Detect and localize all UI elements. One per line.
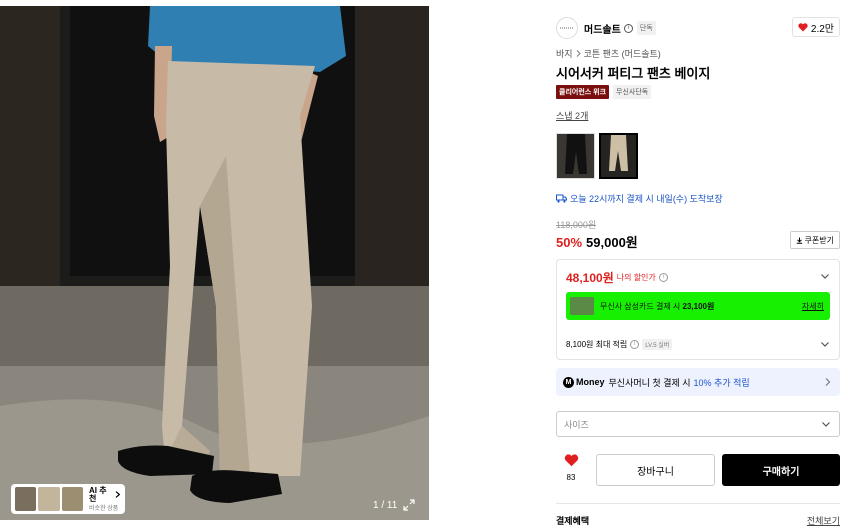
money-brand: Money <box>576 377 605 387</box>
info-icon[interactable]: i <box>658 272 668 282</box>
original-price: 118,000원 <box>556 220 597 230</box>
product-title: 시어서커 퍼티그 팬츠 베이지 <box>556 66 711 81</box>
money-highlight: 10% 추가 적립 <box>693 377 750 388</box>
clearance-week-badge: 클리어런스 위크 <box>556 85 610 99</box>
member-level-tag: LV.5 실버 <box>642 338 673 350</box>
chevron-down-icon <box>822 422 830 427</box>
points-row[interactable]: 8,100원 최대 적립 i LV.5 실버 <box>566 337 830 351</box>
chevron-down-icon <box>821 342 829 347</box>
delivery-text: 오늘 22시까지 결제 시 내일(수) 도착보장 <box>570 194 723 204</box>
download-icon <box>796 237 802 244</box>
swatch-image-black <box>557 134 594 178</box>
wish-button[interactable]: 83 <box>556 454 586 486</box>
exclusive-badge: 무신사단독 <box>613 85 652 99</box>
max-points-text: 8,100원 최대 적립 <box>566 339 628 349</box>
discount-rate: 50% <box>556 235 583 250</box>
delivery-guarantee: 오늘 22시까지 결제 시 내일(수) 도착보장 <box>556 192 723 205</box>
ai-thumb-1 <box>15 487 37 511</box>
sale-price: 59,000원 <box>586 235 638 250</box>
money-text: 무신사머니 첫 결제 시 <box>608 377 691 388</box>
color-swatches <box>556 133 638 179</box>
coupon-label: 쿠폰받기 <box>804 235 834 245</box>
expand-icon[interactable] <box>403 499 415 511</box>
ai-chip-title: AI 추천 <box>89 485 107 503</box>
brand-logo[interactable] <box>556 17 578 39</box>
brand-exclusive-tag: 단독 <box>636 21 656 35</box>
product-image[interactable]: AI 추천 비슷한 상품 1 / 11 <box>0 6 429 520</box>
snap-link[interactable]: 스냅 2개 <box>556 109 588 122</box>
chevron-down-icon <box>821 274 829 279</box>
wish-count: 83 <box>566 473 576 482</box>
image-counter: 1 / 11 <box>373 500 398 511</box>
benefit-box: 48,100원 나의 할인가 i 무신사 삼성카드 결제 시 23,100원 자… <box>556 259 840 360</box>
brand-row: 머드솔트 i 단독 2.2만 <box>556 17 840 39</box>
chevron-right-icon <box>576 50 581 57</box>
ai-recommend-chip[interactable]: AI 추천 비슷한 상품 <box>11 484 125 514</box>
product-photo-scene <box>0 6 429 520</box>
brand-like-count: 2.2만 <box>810 23 834 35</box>
breadcrumb-item-category[interactable]: 바지 <box>556 47 573 60</box>
ai-chip-subtitle: 비슷한 상품 <box>89 505 119 512</box>
brand-logo-mark <box>560 27 574 29</box>
money-m-icon: M <box>563 376 574 388</box>
buy-now-button[interactable]: 구매하기 <box>722 454 840 486</box>
my-discount-price: 48,100원 <box>566 270 614 285</box>
payment-view-all-link[interactable]: 전체보기 <box>807 514 840 527</box>
ai-chip-text: AI 추천 비슷한 상품 <box>89 485 121 512</box>
card-benefit-amount: 23,100원 <box>682 301 715 311</box>
chevron-right-icon <box>825 378 831 386</box>
card-detail-link[interactable]: 자세히 <box>802 301 824 312</box>
info-icon[interactable]: i <box>630 339 640 349</box>
breadcrumb-item-subcategory[interactable]: 코튼 팬츠 (머드솔트) <box>584 47 661 60</box>
price-row: 50% 59,000원 <box>556 232 638 251</box>
card-benefit-desc: 무신사 삼성카드 결제 시 <box>600 301 681 311</box>
heart-icon <box>564 454 578 467</box>
ai-thumb-2 <box>38 487 60 511</box>
add-to-cart-button[interactable]: 장바구니 <box>596 454 715 486</box>
card-banner-image <box>570 297 594 315</box>
product-badges: 클리어런스 위크 무신사단독 <box>556 85 652 99</box>
payment-benefits-title: 결제혜택 <box>556 516 590 526</box>
musinsa-money-banner[interactable]: M Money 무신사머니 첫 결제 시 10% 추가 적립 <box>556 368 840 396</box>
breadcrumb: 바지 코튼 팬츠 (머드솔트) <box>556 47 661 60</box>
card-benefit-banner[interactable]: 무신사 삼성카드 결제 시 23,100원 자세히 <box>566 292 830 320</box>
heart-icon <box>798 22 808 31</box>
swatch-image-beige <box>601 135 636 177</box>
product-info-panel: 머드솔트 i 단독 2.2만 바지 코튼 팬츠 (머드솔트) 시어서커 퍼티그 … <box>545 6 850 528</box>
color-swatch-beige[interactable] <box>599 133 638 179</box>
my-discount-label: 나의 할인가 <box>616 272 656 282</box>
color-swatch-black[interactable] <box>556 133 595 179</box>
section-divider <box>556 503 840 504</box>
size-select[interactable]: 사이즈 <box>556 411 840 437</box>
coupon-button[interactable]: 쿠폰받기 <box>789 231 840 249</box>
brand-name[interactable]: 머드솔트 <box>584 21 621 36</box>
size-select-placeholder: 사이즈 <box>564 419 589 430</box>
my-price-row[interactable]: 48,100원 나의 할인가 i <box>566 268 830 286</box>
ai-thumb-3 <box>61 487 84 511</box>
truck-icon <box>556 194 567 203</box>
chevron-right-icon <box>115 491 121 498</box>
brand-like-button[interactable]: 2.2만 <box>791 17 840 37</box>
card-benefit-text: 무신사 삼성카드 결제 시 23,100원 <box>600 301 714 312</box>
info-icon[interactable]: i <box>623 23 633 33</box>
